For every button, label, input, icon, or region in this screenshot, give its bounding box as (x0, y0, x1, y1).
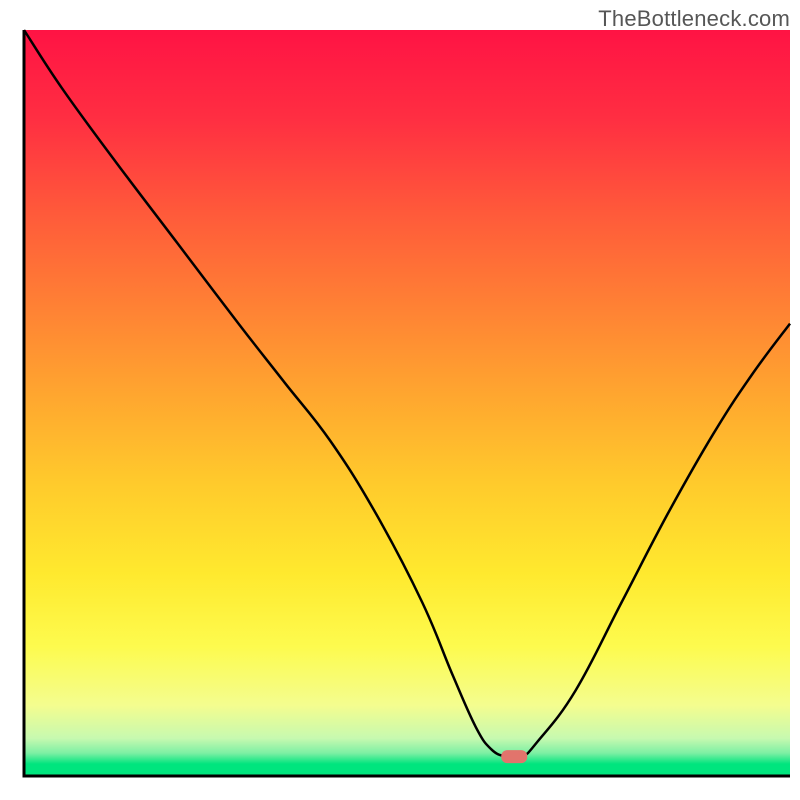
plot-gradient-bg (24, 30, 790, 764)
bottleneck-chart (0, 0, 800, 800)
attribution-text: TheBottleneck.com (598, 6, 790, 32)
baseline-strip (24, 764, 790, 776)
bottleneck-min-marker (501, 750, 527, 763)
